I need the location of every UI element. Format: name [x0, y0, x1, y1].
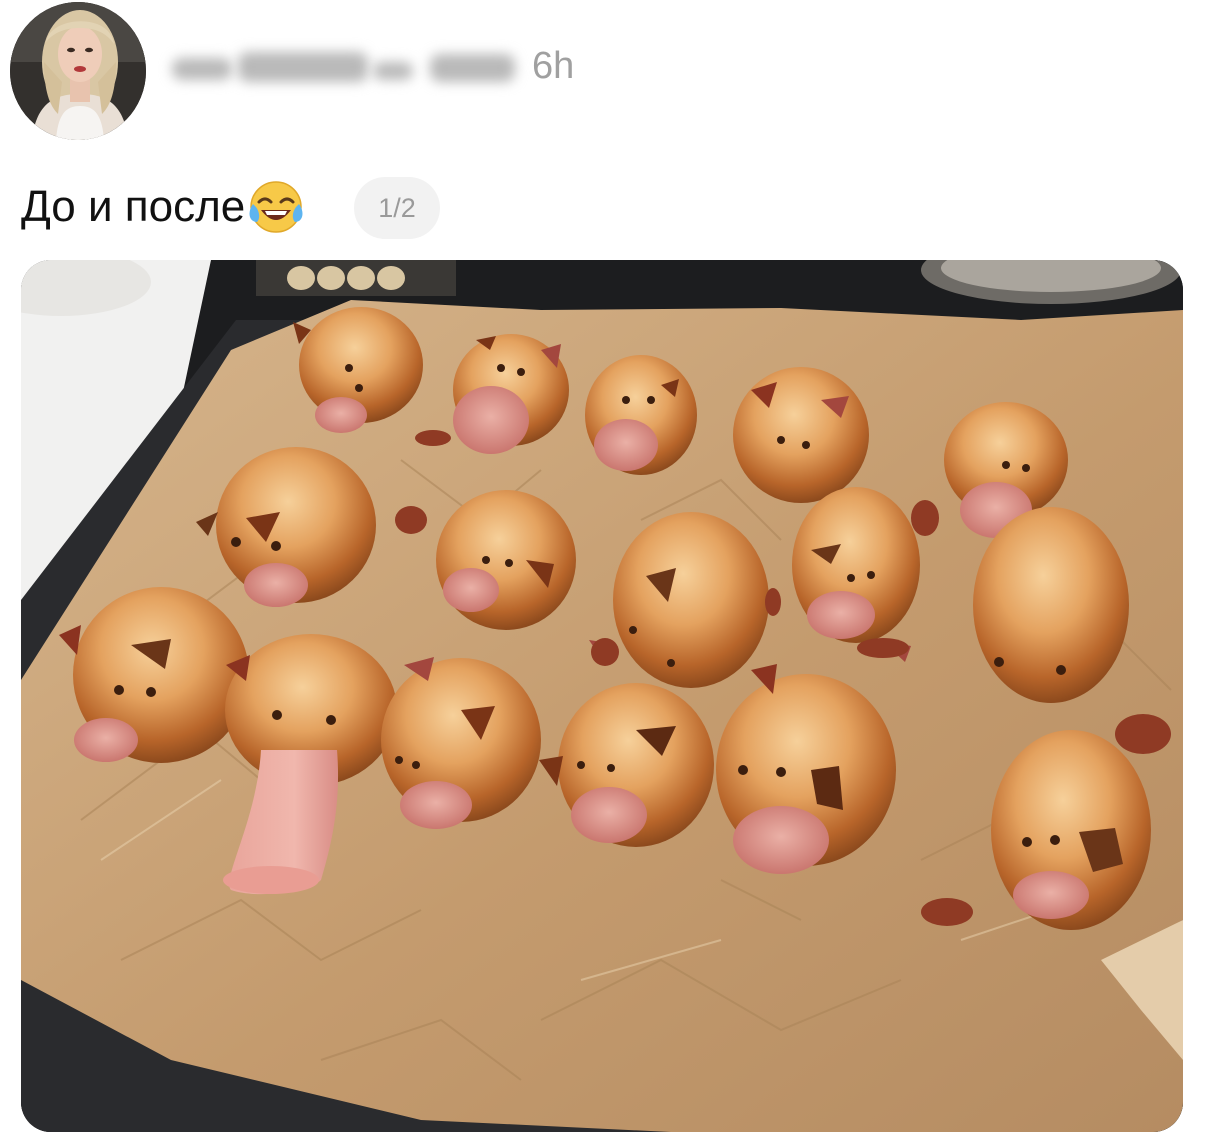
post-caption: До и после	[21, 178, 305, 236]
caption-text: До и после	[21, 182, 246, 231]
pig-bun	[585, 355, 697, 475]
face-with-tears-of-joy-icon	[247, 178, 305, 236]
avatar-image	[10, 2, 146, 140]
slide-counter: 1/2	[354, 177, 440, 239]
baked-pig-buns-photo	[21, 260, 1183, 1132]
pig-bun	[991, 730, 1151, 930]
pig-bun	[973, 507, 1129, 703]
pig-bun	[733, 367, 869, 503]
avatar[interactable]	[10, 2, 146, 140]
post-timestamp: 6h	[532, 45, 575, 87]
username-blurred[interactable]	[168, 44, 518, 92]
post-photo[interactable]	[21, 260, 1183, 1132]
